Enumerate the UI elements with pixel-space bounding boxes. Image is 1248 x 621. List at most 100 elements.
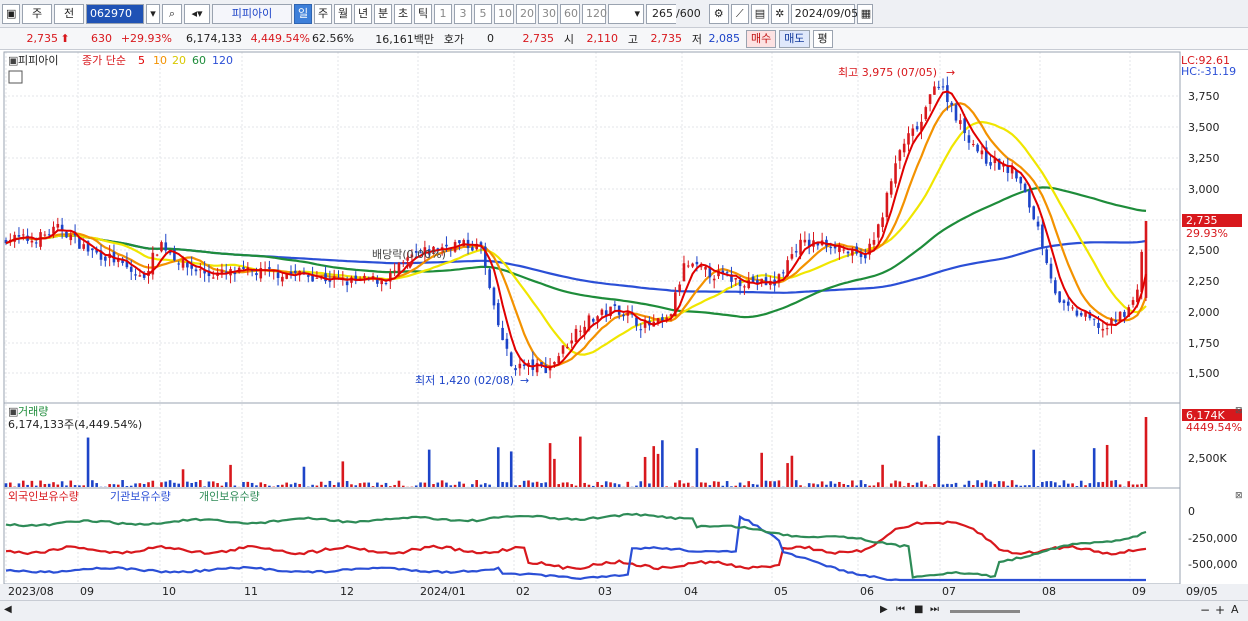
holding-tick-500k: -500,000 [1188,558,1237,571]
panel-menu-icon[interactable]: ▣ [8,54,18,67]
volume-bar [678,480,681,487]
volume-bar [859,480,863,487]
rewind-icon[interactable]: ⏮ [896,604,905,615]
candle-body [104,256,107,261]
period-day-button[interactable]: 일 [294,3,312,24]
eval-button[interactable]: 평 [812,29,833,48]
font-size-icon[interactable]: A [1231,603,1239,616]
count-input[interactable]: 265 [646,3,676,24]
volume-bar [889,483,893,487]
interval-1-button[interactable]: 1 [434,3,452,24]
window-icon[interactable]: ▣ [2,3,20,24]
price-change: 630 [91,32,112,45]
stop-icon[interactable]: ■ [914,604,923,615]
volume-bar [907,482,910,487]
zoom-out-icon[interactable]: − [1200,603,1210,617]
period-minute-button[interactable]: 분 [374,3,392,24]
candle-body [1028,191,1031,208]
buy-button[interactable]: 매수 [746,29,777,48]
period-month-button[interactable]: 월 [334,3,352,24]
candle-body [471,247,474,251]
period-tick-button[interactable]: 틱 [414,3,432,24]
candle-body [725,272,729,274]
volume-bar [656,453,660,487]
volume-bar [829,481,833,487]
table-toggle-icon[interactable] [8,70,23,84]
volume-bar [203,486,206,487]
scroll-left-icon[interactable]: ◀ [4,604,12,615]
interval-3-button[interactable]: 3 [454,3,472,24]
period-year-button[interactable]: 년 [354,3,372,24]
volume-bar [604,481,608,487]
interval-60-button[interactable]: 60 [560,3,580,24]
period-second-button[interactable]: 초 [394,3,412,24]
price-tick-label: 1,500 [1188,367,1220,380]
interval-5-button[interactable]: 5 [474,3,492,24]
volume-bar [177,483,181,487]
date-tick-label: 06 [860,585,874,598]
volume-bar [445,482,448,487]
volume-panel-icon[interactable]: ▣ [8,405,18,418]
volume-bar [147,482,150,487]
gear-icon[interactable]: ✲ [770,3,789,24]
candle-body [501,327,504,341]
volume-bar [108,484,111,487]
volume-bar [1144,417,1148,487]
candle-body [946,85,949,103]
candle-body [635,317,638,326]
interval-10-button[interactable]: 10 [494,3,514,24]
low-label: 저 [691,32,702,46]
candle-body [574,328,578,343]
volume-bar [125,486,129,487]
zoom-slider[interactable] [950,610,1020,613]
period-week-button[interactable]: 주 [314,3,332,24]
save-icon[interactable]: ▤ [750,3,769,24]
item-type-select[interactable]: 주 [22,3,52,24]
volume-bar [255,485,258,487]
volume-bar [358,483,362,487]
interval-30-button[interactable]: 30 [538,3,558,24]
volume-bar [376,482,379,487]
volume-bar [527,480,530,487]
panel-close-icon[interactable]: ⊠ [1235,406,1243,416]
calendar-icon[interactable]: ▦ [856,3,873,24]
candle-body [1101,328,1105,331]
forward-icon[interactable]: ⏭ [930,604,939,615]
volume-bar [384,482,388,487]
volume-bar [1015,484,1018,487]
volume-bar [833,483,837,487]
search-icon[interactable]: ⌕ [162,3,182,24]
volume-bar [548,443,552,487]
interval-20-button[interactable]: 20 [516,3,536,24]
volume-bar [652,446,656,487]
date-tick-label: 09 [80,585,94,598]
scroll-bar[interactable]: ◀ ▶ ⏮ ■ ⏭ − + A [0,600,1248,621]
sound-icon[interactable]: ◂▾ [184,3,210,24]
item-prev-select[interactable]: 전 [54,3,84,24]
stock-name-field[interactable]: 피피아이 [212,3,292,24]
volume-bar [462,483,466,487]
interval-120-button[interactable]: 120 [582,3,607,24]
sell-button[interactable]: 매도 [779,29,810,48]
volume-bar [915,482,919,487]
candle-body [514,368,517,371]
stock-code-input[interactable]: 062970 [86,3,144,24]
panel-close-icon[interactable]: ⊠ [1235,491,1243,501]
chart-tool-icon[interactable]: ⚙ [708,3,729,24]
volume-bar [281,484,284,487]
volume-bar [596,481,599,487]
interval-custom-dropdown[interactable]: ▾ [608,3,644,24]
candle-body [505,338,509,349]
ma10-legend: 10 [153,54,167,67]
volume-bar [639,481,643,487]
scroll-right-icon[interactable]: ▶ [880,604,888,615]
volume-bar [786,463,789,487]
volume-bar [380,484,383,487]
stock-chart[interactable]: 3,7503,5003,2503,0002,7502,5002,2502,000… [0,50,1248,600]
volume-bar [82,485,86,487]
code-dropdown-icon[interactable]: ▾ [146,3,160,24]
date-input[interactable]: 2024/09/05 [790,3,858,24]
ma120-legend: 120 [212,54,233,67]
draw-tool-icon[interactable]: ⟋ [730,3,749,24]
zoom-in-icon[interactable]: + [1215,603,1225,617]
